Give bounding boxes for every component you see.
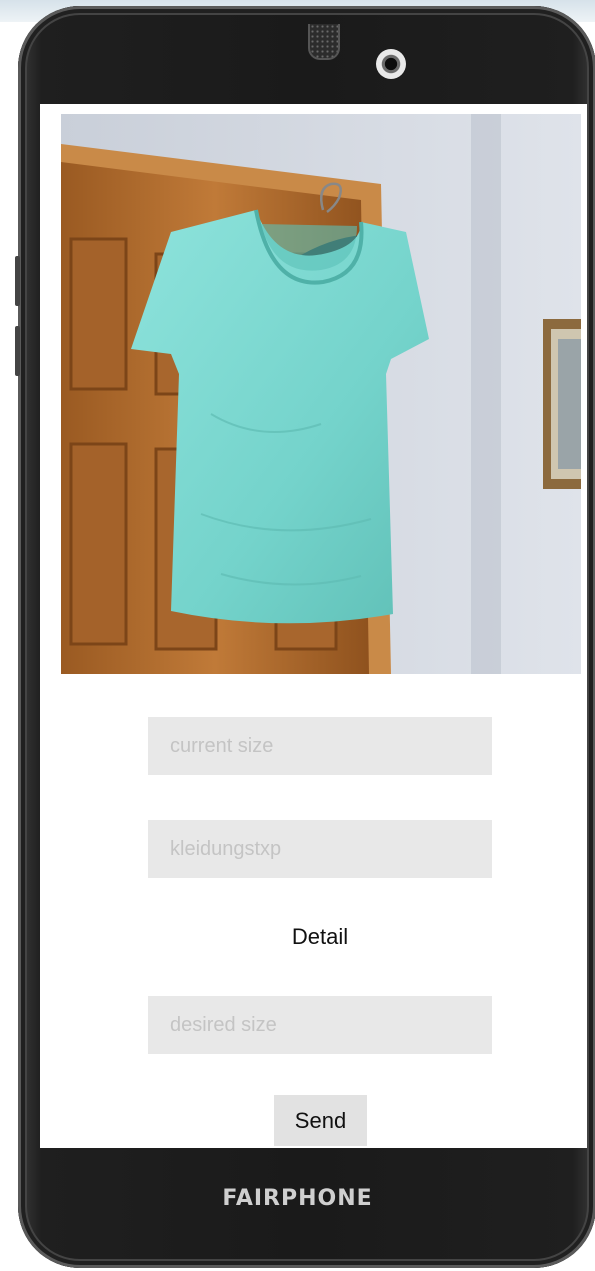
speaker-grille-icon — [308, 24, 340, 60]
desired-size-input[interactable] — [148, 996, 492, 1054]
current-size-input[interactable] — [148, 717, 492, 775]
clothing-type-input[interactable] — [148, 820, 492, 878]
brand-logo: FAIRPHONE — [222, 1186, 373, 1211]
tshirt-photo — [61, 114, 581, 674]
volume-up-button — [15, 256, 20, 306]
phone-screen: Detail Send — [40, 104, 587, 1148]
volume-down-button — [15, 326, 20, 376]
send-button[interactable]: Send — [274, 1095, 367, 1146]
detail-label: Detail — [291, 924, 349, 949]
tshirt-photo-illustration — [61, 114, 581, 674]
front-camera-icon — [376, 49, 406, 79]
